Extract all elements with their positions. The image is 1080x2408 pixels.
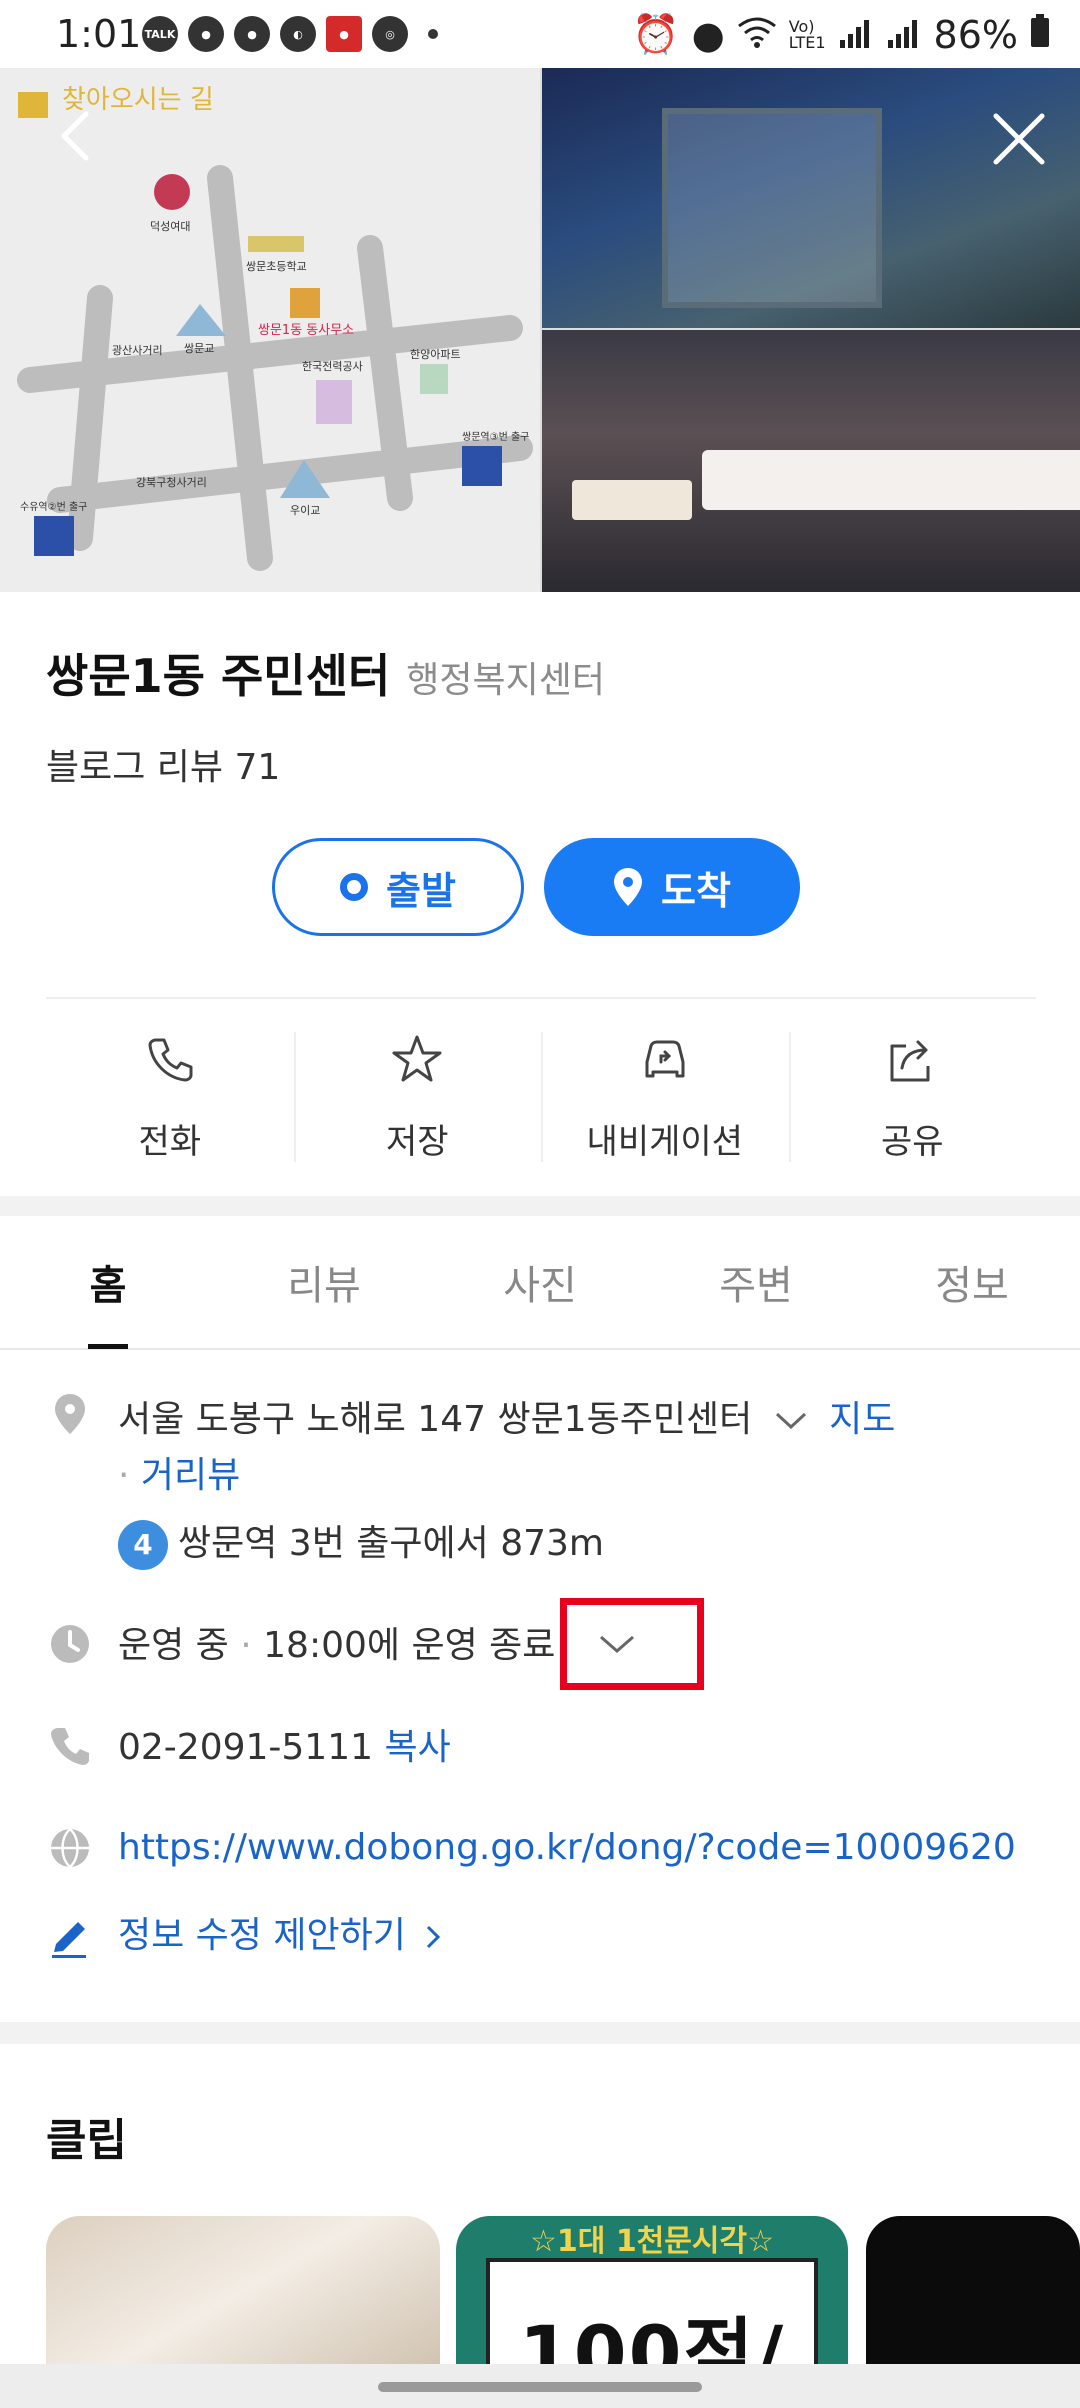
- address-text: 서울 도봉구 노해로 147 쌍문1동주민센터: [118, 1399, 753, 1440]
- place-title-row: 쌍문1동 주민센터 행정복지센터: [46, 640, 605, 706]
- signal-icon-2: [886, 13, 922, 57]
- quick-actions: 전화 저장 내비게이션 공유: [46, 1022, 1036, 1164]
- star-icon: [392, 1035, 442, 1082]
- notification-icons: TALK ● ● ◐ ● ◎: [142, 16, 438, 52]
- map-label-suyu: 수유역②번 출구: [20, 501, 87, 513]
- depart-label: 출발: [386, 868, 456, 913]
- tab-info[interactable]: 정보: [864, 1216, 1080, 1348]
- building-entrance-photo[interactable]: [542, 68, 1080, 328]
- location-icon: ●: [691, 12, 725, 57]
- more-notifications-icon: [428, 29, 438, 39]
- subway-distance: 쌍문역 3번 출구에서 873m: [178, 1523, 604, 1564]
- section-separator-2: [0, 2022, 1080, 2044]
- share-action[interactable]: 공유: [788, 1022, 1037, 1164]
- hours-detail: 18:00에 운영 종료: [263, 1625, 556, 1666]
- save-action[interactable]: 저장: [293, 1022, 542, 1164]
- call-action[interactable]: 전화: [46, 1022, 294, 1164]
- phone-icon: [148, 1038, 193, 1082]
- map-label-school: 덕성여대: [150, 220, 190, 233]
- blog-review-count[interactable]: 블로그 리뷰 71: [46, 738, 280, 790]
- subway-line-badge: 4: [118, 1520, 168, 1570]
- chevron-down-icon: [600, 1635, 634, 1653]
- map-label-gwangsan: 광산사거리: [112, 344, 163, 357]
- section-separator: [0, 1196, 1080, 1216]
- share-icon: [890, 1040, 930, 1082]
- divider: [46, 997, 1036, 999]
- game-icon: ◐: [280, 16, 316, 52]
- map-link[interactable]: 지도: [829, 1399, 895, 1440]
- signal-icon: [838, 13, 874, 57]
- tab-bar: 홈 리뷰 사진 주변 정보: [0, 1216, 1080, 1350]
- address-expand-icon[interactable]: [764, 1399, 829, 1440]
- origin-icon: [340, 873, 369, 901]
- volte-indicator: Vo) LTE1: [788, 18, 826, 52]
- map-label-kepco: 한국전력공사: [302, 360, 363, 373]
- map-label-hanyang: 한양아파트: [410, 348, 461, 361]
- entrance-door: [662, 108, 882, 308]
- clock-icon: [51, 1625, 89, 1663]
- depart-button[interactable]: 출발: [272, 838, 524, 936]
- arrive-label: 도착: [661, 868, 731, 913]
- back-button[interactable]: [50, 108, 106, 164]
- phone-number[interactable]: 02-2091-5111: [118, 1727, 373, 1768]
- chat-icon: ●: [188, 16, 224, 52]
- arrive-button[interactable]: 도착: [544, 838, 800, 936]
- small-sign: [572, 480, 692, 520]
- tab-reviews[interactable]: 리뷰: [216, 1216, 432, 1348]
- app-notification-icon: ●: [326, 16, 362, 52]
- clips-section-title: 클립: [46, 2115, 127, 2166]
- chat-bubbles-icon: ●: [234, 16, 270, 52]
- map-label-exit3: 쌍문역③번 출구: [462, 431, 529, 443]
- save-label: 저장: [385, 1122, 449, 1162]
- hours-expand-button[interactable]: [560, 1598, 704, 1690]
- location-pin-icon: [55, 1394, 85, 1434]
- phone-small-icon: [51, 1728, 89, 1765]
- battery-icon: [1030, 13, 1050, 57]
- tab-photos[interactable]: 사진: [432, 1216, 648, 1348]
- share-label: 공유: [880, 1122, 944, 1162]
- pencil-icon: [52, 1922, 86, 1958]
- building-sign-photo[interactable]: [542, 330, 1080, 592]
- navigation-action[interactable]: 내비게이션: [541, 1022, 789, 1164]
- street-view-link[interactable]: 거리뷰: [141, 1455, 240, 1496]
- tab-home[interactable]: 홈: [0, 1216, 216, 1349]
- globe-icon: [51, 1828, 89, 1868]
- map-label-elementary: 쌍문초등학교: [246, 260, 307, 273]
- suggest-edit-link[interactable]: 정보 수정 제안하기: [118, 1915, 406, 1956]
- lte-label: LTE1: [788, 32, 826, 52]
- clip-card-caption: ☆1대 1천문시각☆: [530, 2224, 774, 2259]
- status-bar: 1:01 TALK ● ● ◐ ● ◎ ⏰ ● Vo) LTE1 86%: [0, 0, 1080, 68]
- alarm-icon: ⏰: [632, 12, 680, 56]
- map-label-center: 쌍문1동 동사무소: [258, 323, 354, 338]
- battery-percent: 86%: [933, 12, 1018, 57]
- home-gesture-bar[interactable]: [378, 2382, 702, 2392]
- car-navigation-icon: [645, 1040, 685, 1078]
- copy-phone-link[interactable]: 복사: [384, 1727, 450, 1768]
- map-label-ui: 우이교: [290, 504, 320, 517]
- chrome-icon: ◎: [372, 16, 408, 52]
- map-label-ssangmungyo: 쌍문교: [184, 342, 214, 355]
- close-button[interactable]: [988, 108, 1050, 170]
- website-link[interactable]: https://www.dobong.go.kr/dong/?code=1000…: [118, 1827, 1016, 1868]
- map-label-gangbuk: 강북구청사거리: [136, 476, 207, 489]
- destination-pin-icon: [614, 868, 643, 906]
- tab-nearby[interactable]: 주변: [648, 1216, 864, 1348]
- wifi-icon: [737, 13, 777, 57]
- building-sign: [702, 450, 1080, 510]
- photo-gallery[interactable]: 찾아오시는 길 덕성여대 쌍문초등학교 쌍문1동 동사무소 광산사거리 쌍문교 …: [0, 68, 1080, 592]
- hours-separator: ·: [228, 1625, 264, 1666]
- status-time: 1:01: [56, 12, 142, 56]
- hours-status: 운영 중: [118, 1625, 229, 1666]
- system-status: ⏰ ● Vo) LTE1 86%: [632, 12, 1050, 57]
- call-label: 전화: [138, 1122, 202, 1162]
- bullet-separator: ·: [118, 1455, 141, 1496]
- navigation-label: 내비게이션: [586, 1122, 743, 1162]
- chevron-right-icon: [417, 1915, 443, 1956]
- place-category: 행정복지센터: [406, 660, 605, 701]
- route-buttons: 출발 도착: [272, 838, 800, 936]
- kakaotalk-icon: TALK: [142, 16, 178, 52]
- place-name: 쌍문1동 주민센터: [46, 649, 391, 703]
